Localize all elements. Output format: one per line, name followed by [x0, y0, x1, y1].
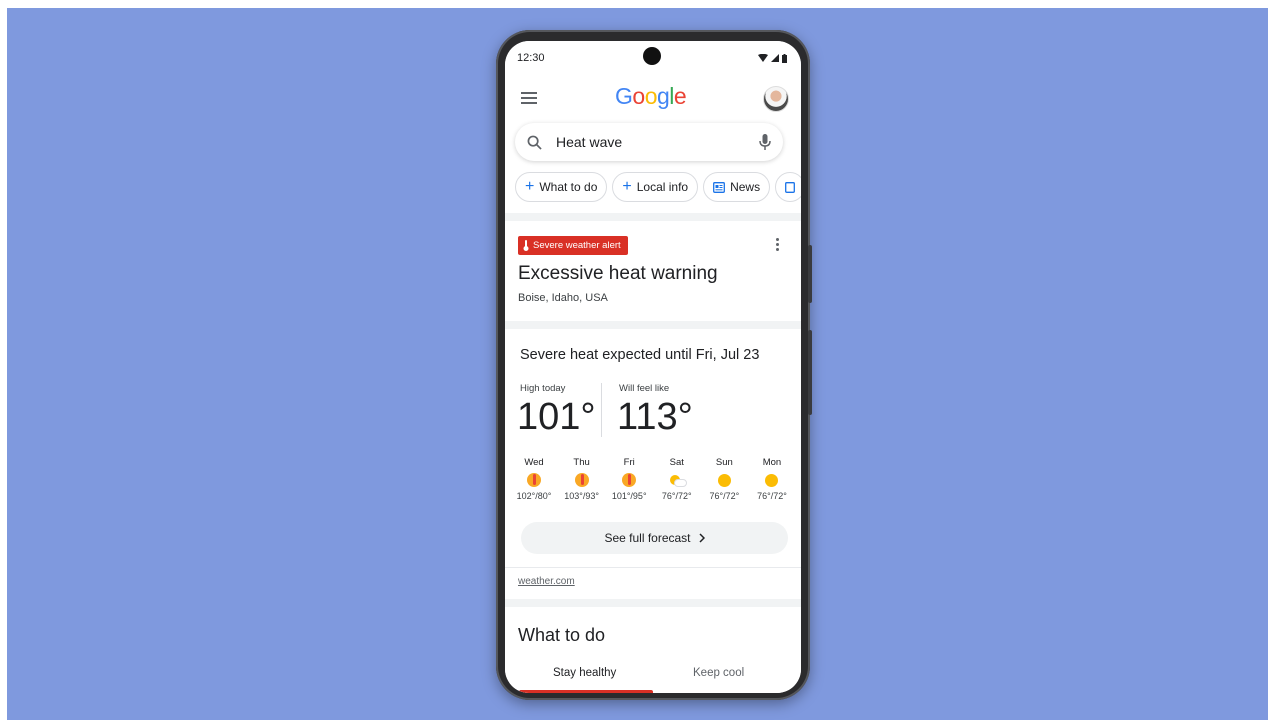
what-to-do-card: What to do Stay healthy Keep cool	[505, 607, 801, 693]
daily-forecast: Wed 102°/80° Thu 103°/93° Fri 101°/95° S…	[511, 457, 795, 501]
filter-chips: + What to do + Local info News	[515, 172, 801, 202]
divider	[505, 567, 801, 568]
tab-keep-cool[interactable]: Keep cool	[693, 667, 744, 679]
volume-button	[808, 330, 812, 415]
hot-icon	[527, 473, 541, 487]
more-options-icon[interactable]	[776, 238, 779, 253]
microphone-icon[interactable]	[759, 134, 771, 150]
battery-icon	[782, 53, 787, 63]
forecast-day-mon[interactable]: Mon 76°/72°	[749, 457, 795, 501]
logo-letter: e	[673, 83, 687, 109]
chip-label: What to do	[539, 180, 598, 194]
search-input[interactable]: Heat wave	[515, 123, 783, 161]
search-icon	[527, 135, 542, 150]
divider	[601, 383, 602, 437]
day-temps: 101°/95°	[611, 491, 647, 501]
forecast-button-label: See full forecast	[604, 531, 691, 545]
chip-label: Local info	[636, 180, 689, 194]
feels-like-label: Will feel like	[619, 383, 670, 394]
source-link[interactable]: weather.com	[518, 576, 575, 587]
day-temps: 76°/72°	[709, 491, 740, 501]
day-name: Sat	[669, 457, 684, 468]
chip-news[interactable]: News	[703, 172, 771, 202]
chip-local-info[interactable]: + Local info	[612, 172, 699, 202]
see-full-forecast-button[interactable]: See full forecast	[521, 522, 788, 554]
search-header: Google Heat wave + What to do + Local in…	[505, 75, 801, 213]
status-time: 12:30	[517, 52, 545, 64]
active-tab-indicator	[519, 690, 653, 693]
day-temps: 102°/80°	[516, 491, 552, 501]
high-today-label: High today	[520, 383, 566, 394]
logo-letter: o	[644, 83, 658, 109]
plus-icon: +	[622, 178, 632, 195]
sunny-icon	[717, 473, 731, 487]
alert-badge-label: Severe weather alert	[533, 240, 621, 251]
chip-label: News	[730, 180, 761, 194]
day-temps: 76°/72°	[661, 491, 692, 501]
partly-sunny-icon	[669, 474, 687, 487]
hot-icon	[622, 473, 637, 487]
sunny-icon	[765, 473, 779, 487]
what-to-do-title: What to do	[518, 625, 606, 645]
day-temps: 76°/72°	[757, 491, 787, 501]
day-name: Sun	[715, 457, 733, 468]
logo-letter: G	[615, 83, 633, 109]
severe-weather-badge: Severe weather alert	[518, 236, 628, 255]
day-name: Mon	[762, 457, 782, 468]
phone-frame: 12:30 Google Heat wave + What to do + Lo…	[496, 30, 812, 700]
high-today-value: 101°	[517, 396, 596, 438]
menu-icon[interactable]	[521, 92, 537, 104]
day-name: Thu	[573, 457, 590, 468]
chevron-right-icon	[698, 533, 705, 543]
logo-letter: o	[632, 83, 645, 109]
day-temps: 103°/93°	[564, 491, 599, 501]
weather-card: Severe heat expected until Fri, Jul 23 H…	[505, 329, 801, 599]
forecast-day-sun[interactable]: Sun 76°/72°	[701, 457, 747, 501]
status-icons	[758, 53, 787, 63]
chip-what-to-do[interactable]: + What to do	[515, 172, 608, 202]
search-query: Heat wave	[556, 134, 623, 150]
phone-screen: 12:30 Google Heat wave + What to do + Lo…	[505, 41, 801, 693]
google-logo: Google	[615, 83, 687, 110]
heat-headline: Severe heat expected until Fri, Jul 23	[520, 347, 760, 363]
tab-stay-healthy[interactable]: Stay healthy	[553, 667, 616, 679]
alert-card: Severe weather alert Excessive heat warn…	[505, 221, 801, 321]
forecast-day-thu[interactable]: Thu 103°/93°	[559, 457, 605, 501]
feels-like-value: 113°	[617, 396, 693, 438]
power-button	[808, 245, 812, 303]
warning-location: Boise, Idaho, USA	[518, 292, 608, 304]
signal-icon	[771, 54, 779, 62]
avatar[interactable]	[763, 86, 789, 112]
thermometer-icon	[523, 240, 529, 251]
wifi-icon	[758, 54, 768, 62]
image-icon	[785, 181, 796, 193]
day-name: Fri	[623, 457, 635, 468]
hot-icon	[574, 473, 589, 487]
forecast-day-wed[interactable]: Wed 102°/80°	[511, 457, 557, 501]
news-icon	[713, 181, 726, 193]
day-name: Wed	[524, 457, 544, 468]
front-camera	[643, 47, 661, 65]
warning-title: Excessive heat warning	[518, 263, 718, 284]
chip-more[interactable]	[775, 172, 801, 202]
logo-letter: g	[656, 83, 670, 109]
forecast-day-sat[interactable]: Sat 76°/72°	[654, 457, 700, 501]
plus-icon: +	[525, 178, 535, 195]
forecast-day-fri[interactable]: Fri 101°/95°	[606, 457, 652, 501]
